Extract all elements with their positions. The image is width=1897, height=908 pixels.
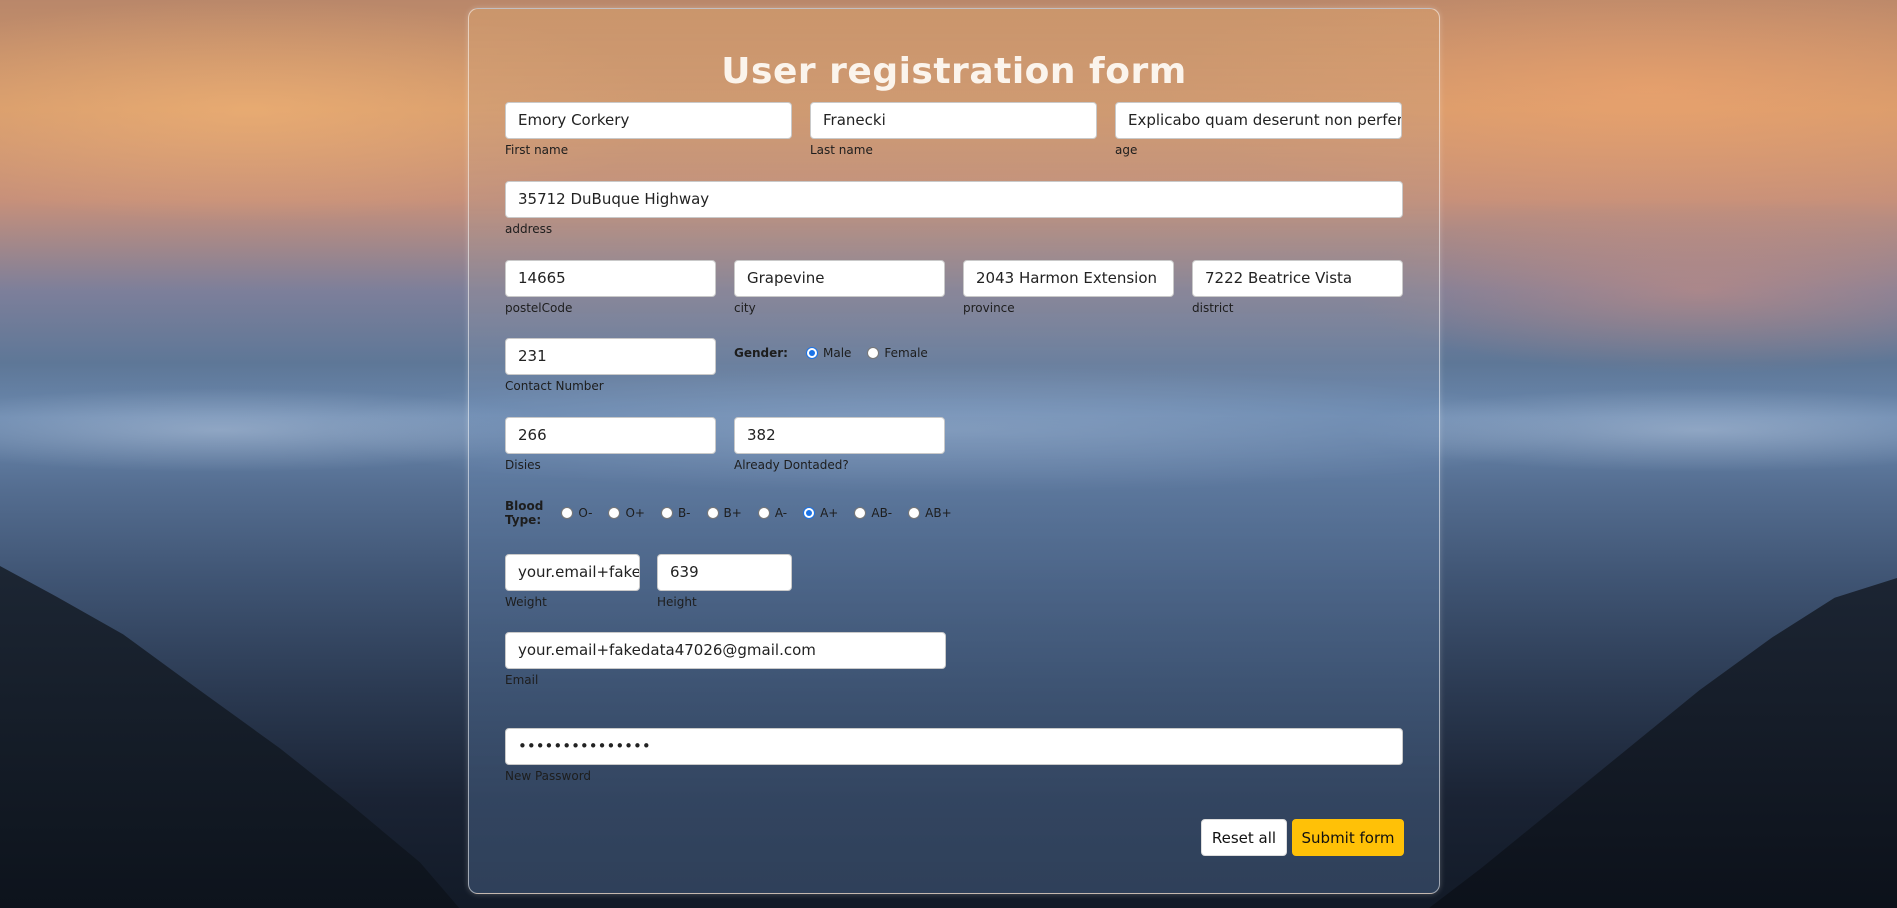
district-label: district <box>1192 301 1234 315</box>
new-password-input[interactable]: ••••••••••••••• <box>505 728 1403 765</box>
city-input[interactable]: Grapevine <box>734 260 945 297</box>
gender-option-male[interactable]: Male <box>805 346 852 360</box>
gender-label: Gender: <box>734 346 788 360</box>
last-name-label: Last name <box>810 143 873 157</box>
hill-right <box>1429 578 1897 908</box>
disies-input[interactable]: 266 <box>505 417 716 454</box>
district-input[interactable]: 7222 Beatrice Vista <box>1192 260 1403 297</box>
weight-group: your.email+fakedata47026@gmail.com Weigh… <box>505 554 640 609</box>
blood-type-o-pos-radio[interactable] <box>608 507 621 519</box>
age-input[interactable]: Explicabo quam deserunt non perferendis <box>1115 102 1402 139</box>
blood-type-o-pos-label: O+ <box>625 506 645 520</box>
contact-number-label: Contact Number <box>505 379 604 393</box>
form-title: User registration form <box>721 51 1187 92</box>
blood-type-option-b-neg[interactable]: B- <box>660 506 691 520</box>
age-label: age <box>1115 143 1138 157</box>
weight-label: Weight <box>505 595 547 609</box>
blood-type-option-ab-neg[interactable]: AB- <box>854 506 892 520</box>
disies-group: 266 Disies <box>505 417 716 472</box>
province-group: 2043 Harmon Extension province <box>963 260 1174 315</box>
blood-type-o-neg-label: O- <box>578 506 593 520</box>
height-label: Height <box>657 595 697 609</box>
blood-type-a-pos-label: A+ <box>820 506 839 520</box>
blood-type-o-neg-radio[interactable] <box>561 507 574 519</box>
gender-male-label: Male <box>822 346 852 360</box>
address-input[interactable]: 35712 DuBuque Highway <box>505 181 1403 218</box>
address-label: address <box>505 222 553 236</box>
last-name-input[interactable]: Franecki <box>810 102 1097 139</box>
weight-input[interactable]: your.email+fakedata47026@gmail.com <box>505 554 640 591</box>
first-name-label: First name <box>505 143 569 157</box>
email-label: Email <box>505 673 539 687</box>
email-input[interactable]: your.email+fakedata47026@gmail.com <box>505 632 946 669</box>
first-name-input[interactable]: Emory Corkery <box>505 102 792 139</box>
blood-type-b-pos-radio[interactable] <box>706 507 719 519</box>
blood-type-a-pos-radio[interactable] <box>803 507 816 519</box>
province-input[interactable]: 2043 Harmon Extension <box>963 260 1174 297</box>
contact-number-input[interactable]: 231 <box>505 338 716 375</box>
blood-type-option-b-pos[interactable]: B+ <box>706 506 742 520</box>
reset-all-button[interactable]: Reset all <box>1201 819 1287 856</box>
blood-type-b-neg-radio[interactable] <box>660 507 673 519</box>
blood-type-ab-neg-radio[interactable] <box>854 507 867 519</box>
new-password-label: New Password <box>505 769 592 783</box>
blood-type-ab-pos-label: AB+ <box>925 506 952 520</box>
blood-type-b-neg-label: B- <box>677 506 691 520</box>
postal-code-input[interactable]: 14665 <box>505 260 716 297</box>
postal-code-group: 14665 postelCode <box>505 260 716 315</box>
disies-label: Disies <box>505 458 541 472</box>
blood-type-option-o-neg[interactable]: O- <box>561 506 592 520</box>
address-group: 35712 DuBuque Highway address <box>505 181 1403 236</box>
postal-code-label: postelCode <box>505 301 573 315</box>
blood-type-ab-pos-radio[interactable] <box>908 507 921 519</box>
gender-option-female[interactable]: Female <box>867 346 928 360</box>
blood-type-a-neg-label: A- <box>774 506 788 520</box>
age-group: Explicabo quam deserunt non perferendis … <box>1115 102 1402 157</box>
height-input[interactable]: 639 <box>657 554 792 591</box>
already-donated-label: Already Dontaded? <box>734 458 849 472</box>
already-donated-group: 382 Already Dontaded? <box>734 417 945 472</box>
blood-type-radio-group: Blood Type: O- O+ B- B+ A- A+ AB- AB+ <box>505 499 968 527</box>
gender-male-radio[interactable] <box>805 347 818 359</box>
blood-type-option-o-pos[interactable]: O+ <box>608 506 645 520</box>
blood-type-a-neg-radio[interactable] <box>757 507 770 519</box>
blood-type-b-pos-label: B+ <box>723 506 742 520</box>
gender-female-radio[interactable] <box>867 347 880 359</box>
city-group: Grapevine city <box>734 260 945 315</box>
email-group: your.email+fakedata47026@gmail.com Email <box>505 632 946 687</box>
blood-type-ab-neg-label: AB- <box>871 506 893 520</box>
already-donated-input[interactable]: 382 <box>734 417 945 454</box>
blood-type-option-a-neg[interactable]: A- <box>757 506 788 520</box>
last-name-group: Franecki Last name <box>810 102 1097 157</box>
gender-radio-group: Gender: Male Female <box>734 346 944 360</box>
registration-form-panel: User registration form Emory Corkery Fir… <box>468 8 1440 894</box>
gender-female-label: Female <box>884 346 928 360</box>
province-label: province <box>963 301 1015 315</box>
blood-type-label: Blood Type: <box>505 499 543 527</box>
blood-type-label-line2: Type: <box>505 513 542 527</box>
blood-type-option-ab-pos[interactable]: AB+ <box>908 506 952 520</box>
height-group: 639 Height <box>657 554 792 609</box>
blood-type-option-a-pos[interactable]: A+ <box>803 506 838 520</box>
submit-form-button[interactable]: Submit form <box>1292 819 1404 856</box>
blood-type-label-line1: Blood <box>505 499 544 513</box>
contact-number-group: 231 Contact Number <box>505 338 716 393</box>
city-label: city <box>734 301 756 315</box>
new-password-group: ••••••••••••••• New Password <box>505 728 1403 783</box>
district-group: 7222 Beatrice Vista district <box>1192 260 1403 315</box>
first-name-group: Emory Corkery First name <box>505 102 792 157</box>
